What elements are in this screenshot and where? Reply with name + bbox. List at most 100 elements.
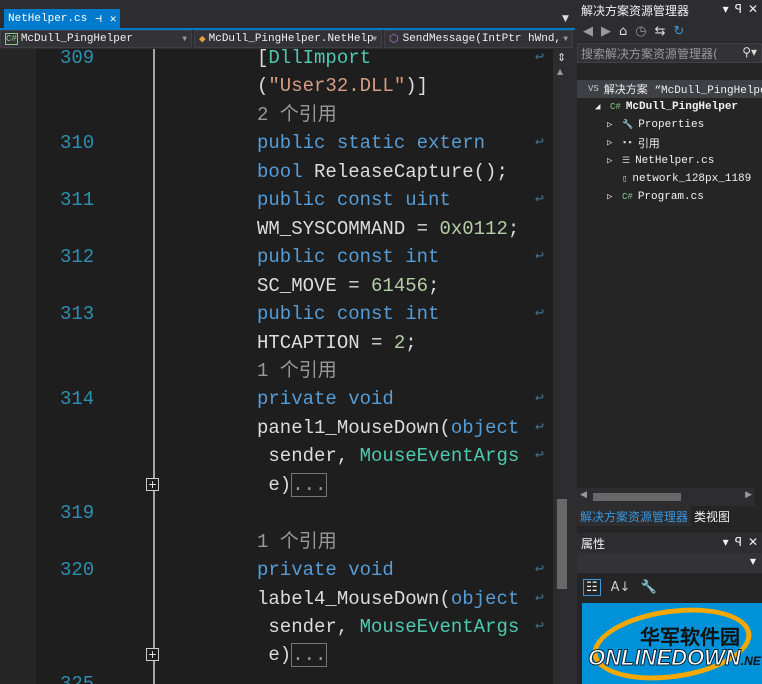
- project-dropdown[interactable]: C# McDull_PingHelper ▼: [0, 30, 192, 48]
- code-line: WM_SYSCOMMAND = 0x0112;: [0, 215, 553, 243]
- file-icon: VS: [588, 84, 599, 94]
- file-icon: ▯: [622, 174, 628, 184]
- history-icon[interactable]: ◷: [635, 24, 646, 39]
- code-token: label4_MouseDown(: [257, 587, 451, 610]
- code-text: private void: [257, 556, 394, 584]
- tree-item[interactable]: ▷ 🔧 Properties: [577, 116, 762, 134]
- pin-icon[interactable]: ⊣: [95, 12, 102, 26]
- tree-item-label: McDull_PingHelper: [625, 101, 739, 113]
- dropdown-icon[interactable]: ▾: [723, 535, 729, 551]
- close-icon[interactable]: ✕: [748, 2, 758, 18]
- split-icon[interactable]: ⇕: [557, 51, 566, 64]
- expander-icon[interactable]: ▷: [607, 156, 617, 166]
- tab-solution-explorer[interactable]: 解决方案资源管理器: [577, 506, 692, 526]
- tab-nethelper[interactable]: NetHelper.cs ⊣ ✕: [4, 9, 120, 28]
- file-icon: ☰: [622, 156, 631, 166]
- tree-item[interactable]: ◢ C# McDull_PingHelper: [577, 98, 762, 116]
- code-token: object: [450, 416, 520, 439]
- code-token: ;: [428, 274, 440, 297]
- expander-icon[interactable]: ▷: [607, 120, 617, 130]
- word-wrap-icon: ↩: [535, 418, 545, 436]
- code-line: 1 个引用: [0, 528, 553, 556]
- class-dropdown[interactable]: ◆ McDull_PingHelper.NetHelp ▼: [194, 30, 382, 48]
- code-token: MouseEventArgs: [359, 445, 520, 468]
- scroll-up-icon[interactable]: ▲: [557, 67, 563, 76]
- tab-overflow-icon[interactable]: ▼: [562, 14, 569, 24]
- code-text: [DllImport: [257, 49, 371, 72]
- tree-item[interactable]: ▷ ☰ NetHelper.cs: [577, 152, 762, 170]
- home-icon[interactable]: ⌂: [619, 24, 627, 39]
- code-line: 312 public const int ↩: [0, 243, 553, 271]
- tree-item[interactable]: ▷ C# Program.cs: [577, 188, 762, 206]
- code-token: private void: [257, 559, 394, 582]
- code-line: + e)...: [0, 641, 553, 669]
- code-text: sender, MouseEventArgs: [257, 613, 519, 641]
- close-icon[interactable]: ✕: [110, 12, 117, 26]
- wrench-icon[interactable]: 🔧: [640, 580, 656, 595]
- word-wrap-icon: ↩: [535, 561, 545, 579]
- back-icon[interactable]: ◀: [583, 24, 593, 39]
- file-icon: ▪▪: [622, 138, 633, 148]
- tab-class-view[interactable]: 类视图: [691, 506, 733, 526]
- code-text: 1 个引用: [257, 528, 337, 556]
- line-number: 319: [60, 502, 95, 525]
- code-text: HTCAPTION = 2;: [257, 329, 417, 357]
- sync-icon[interactable]: ⇆: [655, 24, 666, 39]
- collapsed-region[interactable]: ...: [291, 643, 328, 668]
- tree-item[interactable]: ▷ ▪▪ 引用: [577, 134, 762, 152]
- sort-alpha-icon[interactable]: A↓: [611, 580, 631, 595]
- solution-explorer-header: 解决方案资源管理器 ▾ ꟼ ✕: [577, 0, 762, 20]
- code-line: + e)...: [0, 471, 553, 499]
- horizontal-scrollbar[interactable]: ◀ ▶: [577, 488, 755, 506]
- solution-explorer-toolbar: ◀ ▶ ⌂ ◷ ⇆ ↻: [577, 20, 762, 42]
- code-token: DllImport: [268, 49, 372, 69]
- code-token: WM_SYSCOMMAND =: [257, 217, 440, 240]
- scrollbar-thumb[interactable]: [557, 499, 567, 589]
- solution-search-input[interactable]: 搜索解决方案资源管理器( ⚲▾: [577, 43, 762, 63]
- code-editor[interactable]: 309 [DllImport ↩ ("User32.DLL")] 2 个引用 310 pub…: [0, 49, 553, 684]
- code-text: public const int: [257, 300, 439, 328]
- code-line: 325: [0, 670, 553, 684]
- code-line: 311 public const uint ↩: [0, 186, 553, 214]
- code-token: MouseEventArgs: [359, 616, 520, 638]
- code-text: e)...: [257, 641, 328, 669]
- search-placeholder: 搜索解决方案资源管理器(: [581, 47, 718, 61]
- dropdown-icon[interactable]: ▾: [723, 2, 729, 18]
- vertical-scrollbar[interactable]: ⇕ ▲: [553, 49, 573, 684]
- expand-icon[interactable]: +: [146, 648, 159, 662]
- member-dropdown[interactable]: ⬡ SendMessage(IntPtr hWnd, ▼: [384, 30, 573, 48]
- search-icon[interactable]: ⚲▾: [742, 45, 757, 59]
- code-line: sender, MouseEventArgs ↩: [0, 613, 553, 641]
- line-number: 320: [60, 559, 95, 582]
- pin-icon[interactable]: ꟼ: [735, 535, 742, 551]
- refresh-icon[interactable]: ↻: [674, 24, 685, 39]
- code-token: 0x0112: [439, 217, 508, 240]
- word-wrap-icon: ↩: [535, 248, 545, 266]
- scrollbar-thumb[interactable]: [593, 493, 681, 501]
- code-token: sender,: [257, 616, 360, 638]
- code-text: label4_MouseDown(object: [257, 585, 519, 613]
- expander-icon[interactable]: ▷: [607, 138, 617, 148]
- expand-icon[interactable]: +: [146, 477, 159, 491]
- code-token: (: [257, 75, 269, 98]
- code-token: "User32.DLL": [268, 75, 406, 98]
- line-number: 314: [60, 388, 95, 411]
- object-selector[interactable]: ▼: [577, 553, 762, 573]
- code-token: 1 个引用: [257, 530, 337, 553]
- tree-item-label: NetHelper.cs: [635, 155, 715, 167]
- expander-icon[interactable]: ▷: [607, 192, 617, 202]
- tree-item[interactable]: ▯ network_128px_1189: [577, 170, 762, 188]
- code-line: ("User32.DLL")]: [0, 72, 553, 100]
- properties-panel: 属性 ▾ ꟼ ✕ ▼ ☷ A↓ 🔧: [577, 533, 762, 601]
- collapsed-region[interactable]: ...: [291, 472, 328, 497]
- forward-icon[interactable]: ▶: [601, 24, 611, 39]
- categorized-icon[interactable]: ☷: [583, 578, 601, 596]
- code-token: public static extern: [257, 132, 486, 155]
- close-icon[interactable]: ✕: [748, 535, 758, 551]
- word-wrap-icon: ↩: [535, 134, 545, 152]
- word-wrap-icon: ↩: [535, 191, 545, 209]
- code-line: bool ReleaseCapture();: [0, 158, 553, 186]
- tree-item[interactable]: VS 解决方案 “McDull_PingHelper”: [577, 80, 762, 98]
- expander-icon[interactable]: ◢: [595, 102, 605, 112]
- pin-icon[interactable]: ꟼ: [735, 2, 742, 18]
